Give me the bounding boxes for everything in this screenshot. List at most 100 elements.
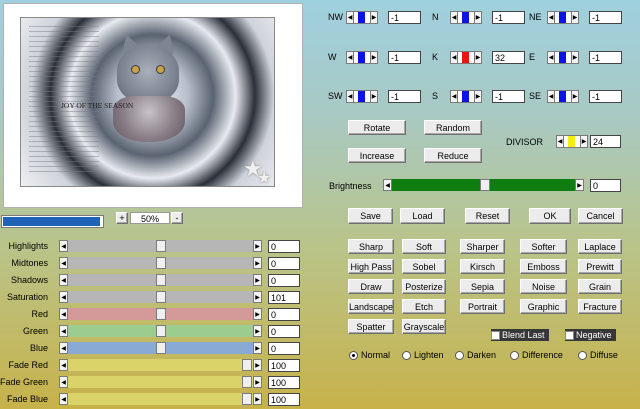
matrix-field-se[interactable]: -1: [589, 90, 622, 103]
adjust-thumb-midtones[interactable]: [155, 257, 166, 269]
arrow-left-icon[interactable]: ◀: [346, 90, 354, 103]
arrow-right-icon[interactable]: ▶: [253, 325, 262, 337]
arrow-right-icon[interactable]: ▶: [253, 257, 262, 269]
preset-kirsch-button[interactable]: Kirsch: [460, 259, 505, 274]
radio-dot[interactable]: [455, 350, 464, 360]
arrow-right-icon[interactable]: ▶: [253, 376, 262, 388]
arrow-left-icon[interactable]: ◀: [556, 135, 564, 148]
preset-prewitt-button[interactable]: Prewitt: [578, 259, 622, 274]
blend-last-box[interactable]: [491, 330, 500, 340]
matrix-field-sw[interactable]: -1: [388, 90, 421, 103]
matrix-thumb-e[interactable]: [559, 52, 566, 63]
matrix-field-s[interactable]: -1: [492, 90, 525, 103]
negative-box[interactable]: [565, 330, 574, 340]
radio-dot[interactable]: [510, 350, 519, 360]
arrow-right-icon[interactable]: ▶: [253, 240, 262, 252]
radio-dot[interactable]: [578, 350, 587, 360]
arrow-left-icon[interactable]: ◀: [59, 393, 68, 405]
arrow-right-icon[interactable]: ▶: [253, 342, 262, 354]
preset-etch-button[interactable]: Etch: [402, 299, 446, 314]
matrix-slider-w[interactable]: ◀ ▶: [346, 51, 378, 64]
matrix-field-n[interactable]: -1: [492, 11, 525, 24]
adjust-thumb-red[interactable]: [155, 308, 166, 320]
adjust-slider-red[interactable]: ◀ ▶: [59, 308, 262, 320]
arrow-right-icon[interactable]: ▶: [580, 135, 588, 148]
adjust-slider-saturation[interactable]: ◀ ▶: [59, 291, 262, 303]
arrow-left-icon[interactable]: ◀: [547, 90, 555, 103]
arrow-right-icon[interactable]: ▶: [575, 179, 584, 191]
adjust-thumb-shadows[interactable]: [155, 274, 166, 286]
reduce-button[interactable]: Reduce: [424, 148, 482, 163]
arrow-left-icon[interactable]: ◀: [59, 240, 68, 252]
arrow-right-icon[interactable]: ▶: [253, 393, 262, 405]
matrix-slider-s[interactable]: ◀ ▶: [450, 90, 482, 103]
arrow-left-icon[interactable]: ◀: [383, 179, 392, 191]
adjust-slider-fade-red[interactable]: ◀ ▶: [59, 359, 262, 371]
adjust-field-saturation[interactable]: 101: [268, 291, 300, 304]
arrow-right-icon[interactable]: ▶: [474, 51, 482, 64]
adjust-thumb-fade-blue[interactable]: [242, 393, 253, 405]
matrix-slider-n[interactable]: ◀ ▶: [450, 11, 482, 24]
divisor-field[interactable]: 24: [590, 135, 621, 148]
preset-grayscale-button[interactable]: Grayscale: [402, 319, 446, 334]
adjust-thumb-fade-red[interactable]: [242, 359, 253, 371]
arrow-left-icon[interactable]: ◀: [450, 11, 458, 24]
preview-image[interactable]: JOY OF THE SEASON ★ ★: [20, 17, 275, 187]
adjust-field-fade-red[interactable]: 100: [268, 359, 300, 372]
matrix-thumb-nw[interactable]: [358, 12, 365, 23]
arrow-left-icon[interactable]: ◀: [59, 308, 68, 320]
save-button[interactable]: Save: [348, 208, 393, 224]
rotate-button[interactable]: Rotate: [348, 120, 406, 135]
arrow-left-icon[interactable]: ◀: [547, 11, 555, 24]
preset-portrait-button[interactable]: Portrait: [460, 299, 505, 314]
negative-checkbox[interactable]: Negative: [565, 329, 616, 341]
increase-button[interactable]: Increase: [348, 148, 406, 163]
matrix-thumb-k[interactable]: [462, 52, 469, 63]
arrow-right-icon[interactable]: ▶: [474, 90, 482, 103]
arrow-right-icon[interactable]: ▶: [370, 51, 378, 64]
preset-posterize-button[interactable]: Posterize: [402, 279, 446, 294]
divisor-slider[interactable]: ◀ ▶: [556, 135, 588, 148]
matrix-thumb-ne[interactable]: [559, 12, 566, 23]
arrow-right-icon[interactable]: ▶: [571, 51, 579, 64]
radio-dot[interactable]: [349, 350, 358, 360]
cancel-button[interactable]: Cancel: [578, 208, 623, 224]
matrix-field-w[interactable]: -1: [388, 51, 421, 64]
preset-landscape-button[interactable]: Landscape: [348, 299, 394, 314]
reset-button[interactable]: Reset: [465, 208, 510, 224]
preset-sobel-button[interactable]: Sobel: [402, 259, 446, 274]
adjust-thumb-saturation[interactable]: [155, 291, 166, 303]
adjust-slider-highlights[interactable]: ◀ ▶: [59, 240, 262, 252]
arrow-left-icon[interactable]: ◀: [59, 257, 68, 269]
adjust-slider-blue[interactable]: ◀ ▶: [59, 342, 262, 354]
arrow-left-icon[interactable]: ◀: [450, 51, 458, 64]
preset-sepia-button[interactable]: Sepia: [460, 279, 505, 294]
arrow-left-icon[interactable]: ◀: [346, 51, 354, 64]
matrix-slider-nw[interactable]: ◀ ▶: [346, 11, 378, 24]
brightness-slider[interactable]: ◀ ▶: [383, 179, 584, 191]
adjust-field-highlights[interactable]: 0: [268, 240, 300, 253]
matrix-field-ne[interactable]: -1: [589, 11, 622, 24]
matrix-slider-e[interactable]: ◀ ▶: [547, 51, 579, 64]
preset-laplace-button[interactable]: Laplace: [578, 239, 622, 254]
adjust-slider-fade-blue[interactable]: ◀ ▶: [59, 393, 262, 405]
matrix-field-e[interactable]: -1: [589, 51, 622, 64]
arrow-left-icon[interactable]: ◀: [59, 376, 68, 388]
matrix-slider-ne[interactable]: ◀ ▶: [547, 11, 579, 24]
matrix-thumb-se[interactable]: [559, 91, 566, 102]
preset-emboss-button[interactable]: Emboss: [520, 259, 567, 274]
adjust-thumb-green[interactable]: [155, 325, 166, 337]
adjust-field-midtones[interactable]: 0: [268, 257, 300, 270]
arrow-left-icon[interactable]: ◀: [59, 274, 68, 286]
matrix-field-k[interactable]: 32: [492, 51, 525, 64]
arrow-right-icon[interactable]: ▶: [253, 359, 262, 371]
preset-softer-button[interactable]: Softer: [520, 239, 567, 254]
adjust-field-blue[interactable]: 0: [268, 342, 300, 355]
preset-soft-button[interactable]: Soft: [402, 239, 446, 254]
zoom-out-button[interactable]: -: [171, 212, 183, 224]
arrow-right-icon[interactable]: ▶: [253, 274, 262, 286]
adjust-field-green[interactable]: 0: [268, 325, 300, 338]
adjust-field-fade-blue[interactable]: 100: [268, 393, 300, 406]
preset-grain-button[interactable]: Grain: [578, 279, 622, 294]
arrow-right-icon[interactable]: ▶: [370, 11, 378, 24]
